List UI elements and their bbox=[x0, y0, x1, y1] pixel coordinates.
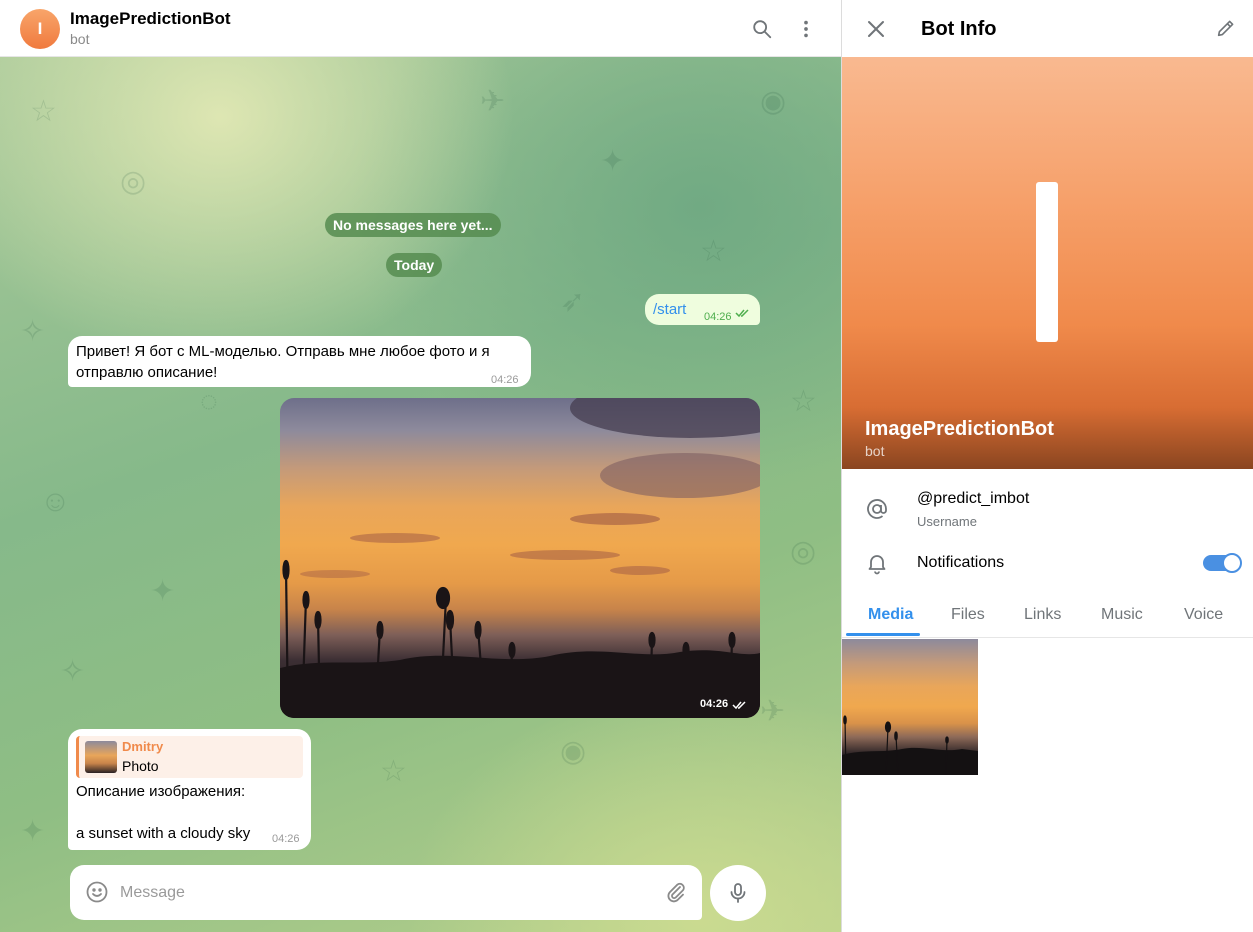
outgoing-message[interactable]: /start 04:26 bbox=[645, 294, 760, 325]
planet-doodle-icon: ◎ bbox=[120, 165, 147, 198]
toggle-knob bbox=[1222, 553, 1242, 573]
message-input[interactable] bbox=[120, 881, 640, 905]
bell-icon bbox=[864, 550, 890, 576]
rocket-doodle-icon: ➶ bbox=[560, 285, 586, 318]
bot-info-panel: Bot Info ImagePredictionBot bot @predict… bbox=[841, 0, 1253, 932]
incoming-message[interactable]: Привет! Я бот с ML-моделью. Отправь мне … bbox=[68, 336, 531, 387]
username-row[interactable]: @predict_imbot Username bbox=[842, 480, 1253, 536]
active-tab-indicator bbox=[846, 633, 920, 636]
planet-doodle-icon: ◉ bbox=[760, 85, 787, 118]
star-doodle-icon: ☆ bbox=[380, 755, 407, 788]
read-check-icon bbox=[732, 701, 746, 710]
notifications-label: Notifications bbox=[917, 554, 1005, 571]
cover-avatar-letter bbox=[1036, 182, 1058, 342]
cloud-shape bbox=[350, 533, 440, 543]
avatar-letter: I bbox=[37, 19, 43, 38]
star-doodle-icon: ✧ bbox=[60, 655, 86, 688]
message-time: 04:26 bbox=[491, 374, 519, 386]
shared-media-tabs: Media Files Links Music Voice bbox=[842, 596, 1253, 638]
profile-cover[interactable]: ImagePredictionBot bot bbox=[842, 57, 1253, 469]
microphone-button[interactable] bbox=[710, 865, 766, 921]
cloud-shape bbox=[600, 453, 760, 498]
edit-pencil-icon[interactable] bbox=[1215, 17, 1239, 41]
search-icon[interactable] bbox=[750, 17, 774, 41]
notifications-toggle[interactable] bbox=[1203, 553, 1242, 573]
chat-subtitle: bot bbox=[70, 31, 90, 47]
message-composer bbox=[70, 865, 702, 920]
message-text: a sunset with a cloudy sky bbox=[76, 825, 251, 842]
cover-status: bot bbox=[865, 443, 885, 459]
chat-column: I ImagePredictionBot bot ☆ ◎ ✈ ✦ ◉ ☆ ✧ ◌… bbox=[0, 0, 841, 932]
tab-media[interactable]: Media bbox=[868, 606, 913, 624]
planet-doodle-icon: ◉ bbox=[560, 735, 587, 768]
username-value: @predict_imbot bbox=[917, 490, 1030, 507]
more-vertical-icon[interactable] bbox=[794, 17, 818, 41]
reeds-silhouette bbox=[842, 715, 978, 775]
media-thumbnail[interactable] bbox=[842, 639, 978, 775]
tab-voice[interactable]: Voice bbox=[1184, 606, 1223, 624]
planet-doodle-icon: ◌ bbox=[200, 385, 218, 418]
at-sign-icon bbox=[864, 496, 890, 522]
photo-time: 04:26 bbox=[700, 698, 729, 710]
empty-chat-notice: No messages here yet... bbox=[325, 213, 501, 237]
tab-links[interactable]: Links bbox=[1024, 606, 1061, 624]
message-text: Описание изображения: bbox=[76, 783, 246, 800]
message-time: 04:26 bbox=[272, 833, 300, 845]
read-check-icon bbox=[735, 309, 749, 318]
date-separator: Today bbox=[386, 253, 443, 277]
star-doodle-icon: ☆ bbox=[700, 235, 727, 268]
close-icon[interactable] bbox=[864, 17, 888, 41]
reply-kind: Photo bbox=[122, 758, 159, 774]
star-doodle-icon: ✦ bbox=[600, 145, 626, 178]
star-doodle-icon: ☆ bbox=[30, 95, 57, 128]
planet-doodle-icon: ◎ bbox=[790, 535, 817, 568]
message-time: 04:26 bbox=[704, 311, 732, 323]
notifications-row[interactable]: Notifications bbox=[842, 540, 1253, 586]
cloud-shape bbox=[570, 398, 760, 438]
reply-quote[interactable]: Dmitry Photo bbox=[76, 736, 303, 778]
cover-name: ImagePredictionBot bbox=[865, 418, 1054, 440]
info-header: Bot Info bbox=[842, 0, 1253, 57]
info-title: Bot Info bbox=[921, 18, 997, 40]
command-link[interactable]: /start bbox=[653, 299, 686, 320]
message-text: Привет! Я бот с ML-моделью. Отправь мне … bbox=[76, 343, 490, 381]
username-label: Username bbox=[917, 514, 977, 529]
star-doodle-icon: ✧ bbox=[20, 315, 46, 348]
rocket-doodle-icon: ✈ bbox=[480, 85, 506, 118]
rocket-doodle-icon: ✈ bbox=[760, 695, 786, 728]
cloud-shape bbox=[570, 513, 660, 525]
emoji-icon[interactable] bbox=[85, 880, 109, 904]
chat-header[interactable]: I ImagePredictionBot bot bbox=[0, 0, 841, 57]
reply-photo-thumbnail bbox=[85, 741, 117, 773]
star-doodle-icon: ✦ bbox=[150, 575, 176, 608]
reeds-silhouette bbox=[280, 559, 760, 718]
tab-music[interactable]: Music bbox=[1101, 606, 1143, 624]
tab-files[interactable]: Files bbox=[951, 606, 985, 624]
star-doodle-icon: ☆ bbox=[790, 385, 817, 418]
attach-icon[interactable] bbox=[664, 880, 688, 904]
outgoing-photo[interactable]: 04:26 bbox=[280, 398, 760, 718]
star-doodle-icon: ✦ bbox=[20, 815, 46, 848]
incoming-reply-message[interactable]: Dmitry Photo Описание изображения: a sun… bbox=[68, 729, 311, 850]
microphone-icon bbox=[730, 883, 746, 903]
reply-author: Dmitry bbox=[122, 739, 164, 754]
chat-title[interactable]: ImagePredictionBot bbox=[70, 9, 231, 29]
cat-doodle-icon: ☺ bbox=[40, 485, 71, 518]
avatar[interactable]: I bbox=[20, 9, 60, 49]
